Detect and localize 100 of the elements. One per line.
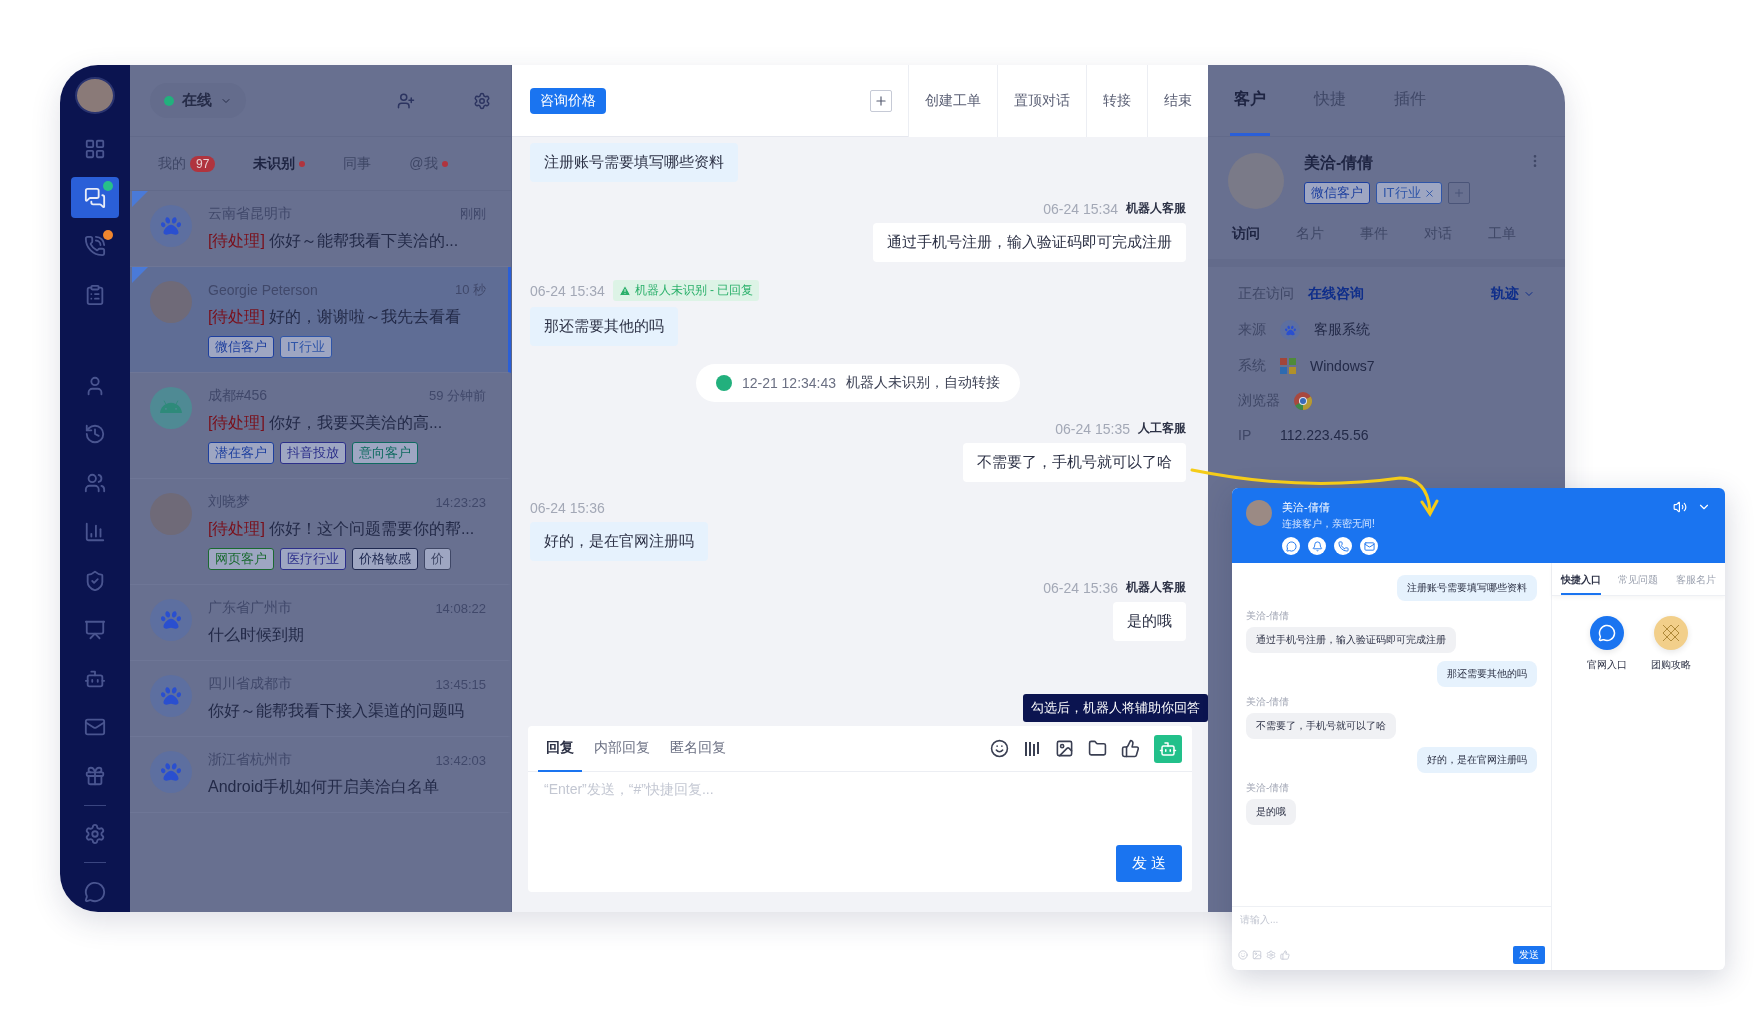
- message-bubble: 是的哦: [1113, 602, 1186, 641]
- customer-tag: 网页客户: [208, 548, 274, 570]
- widget-tab[interactable]: 常见问题: [1618, 573, 1659, 595]
- paw-avatar: [150, 599, 192, 641]
- header-action[interactable]: 创建工单: [908, 65, 997, 137]
- field-value: 客服系统: [1314, 321, 1370, 339]
- message-time: 06-24 15:36: [530, 500, 605, 516]
- customer-tag: 抖音投放: [280, 442, 346, 464]
- folder-icon[interactable]: [1088, 739, 1107, 758]
- detail-tab[interactable]: 访问: [1232, 225, 1260, 243]
- gift-icon: [84, 765, 106, 788]
- reply-tab[interactable]: 回复: [538, 725, 582, 772]
- speaker-icon[interactable]: [1673, 500, 1687, 514]
- widget-tab[interactable]: 快捷入口: [1560, 573, 1601, 595]
- nav-item[interactable]: [71, 177, 119, 219]
- notice-time: 12-21 12:34:43: [741, 375, 837, 391]
- image-icon[interactable]: [1055, 739, 1074, 758]
- shortcut-item[interactable]: 团购攻略: [1650, 616, 1691, 672]
- sender-label: 机器人客服: [1126, 579, 1186, 596]
- shortcut-label: 官网入口: [1586, 658, 1627, 672]
- chat-icon: [84, 186, 106, 209]
- emoji-icon[interactable]: [990, 739, 1009, 758]
- send-button[interactable]: 发送: [1513, 946, 1545, 964]
- message-time: 06-24 15:34: [530, 282, 605, 299]
- message-preview: 你好，我要买美洽的高...: [268, 413, 443, 433]
- bar-chart-icon: [84, 521, 106, 543]
- message-bubble: 是的哦: [1246, 799, 1296, 825]
- agent-name: 美洽-倩倩: [1282, 500, 1331, 515]
- status-label: [待处理]: [208, 231, 265, 251]
- message-bubble: 通过手机号注册，输入验证码即可完成注册: [1246, 627, 1456, 653]
- message-bubble: 注册账号需要填写哪些资料: [530, 143, 738, 182]
- add-tag-button[interactable]: [1447, 182, 1470, 204]
- message-preview: 你好～能帮我看下美洽的...: [268, 231, 459, 251]
- customer-tag: IT行业: [280, 336, 332, 358]
- header-action[interactable]: 结束: [1147, 65, 1208, 137]
- agent-subtitle: 连接客户，亲密无间!: [1282, 517, 1376, 531]
- reply-tab[interactable]: 内部回复: [586, 725, 658, 772]
- browser-logo-icon: [1294, 392, 1312, 410]
- shortcut-label: 团购攻略: [1650, 658, 1691, 672]
- settings-icon[interactable]: [473, 91, 491, 110]
- message-bubble: 好的，是在官网注册吗: [1417, 747, 1537, 773]
- remove-icon[interactable]: [1423, 187, 1435, 199]
- topic-tag: 咨询价格: [530, 87, 606, 114]
- status-label: [待处理]: [208, 307, 265, 327]
- user-icon[interactable]: [397, 91, 415, 110]
- list-tab[interactable]: 未识别: [253, 154, 306, 173]
- field-value: Windows7: [1310, 358, 1375, 374]
- shield-icon: [84, 569, 106, 592]
- windows-logo-icon: [1280, 358, 1296, 374]
- bars-icon[interactable]: [1023, 739, 1041, 758]
- message-bubble: 不需要了，手机号就可以了哈: [1246, 713, 1396, 739]
- sender-label: 机器人客服: [1126, 200, 1186, 217]
- mail-icon[interactable]: [1360, 537, 1378, 555]
- message-time: 06-24 15:35: [1055, 420, 1130, 437]
- widget-tab[interactable]: 客服名片: [1676, 573, 1717, 595]
- history-icon: [84, 423, 106, 446]
- count-badge: 97: [190, 155, 216, 172]
- send-button[interactable]: 发 送: [1115, 845, 1182, 882]
- settings-icon: [84, 822, 106, 845]
- message-time: 06-24 15:34: [1043, 200, 1118, 217]
- visiting-link[interactable]: 在线咨询: [1308, 285, 1364, 303]
- paw-icon: [1280, 320, 1300, 340]
- sender-name: 美洽-倩倩: [1246, 781, 1290, 795]
- paw-avatar: [150, 675, 192, 717]
- customer-tag: IT行业: [1376, 182, 1442, 204]
- agent-avatar: [1246, 500, 1272, 526]
- thumbs-up-icon[interactable]: [1121, 739, 1140, 758]
- customer-tag: 潜在客户: [208, 442, 274, 464]
- add-button[interactable]: [870, 89, 892, 112]
- reply-tab[interactable]: 匿名回复: [662, 725, 734, 772]
- paw-avatar: [150, 751, 192, 793]
- bell-icon[interactable]: [1308, 537, 1326, 555]
- user-avatar[interactable]: [75, 77, 115, 115]
- tooltip: 勾选后，机器人将辅助你回答: [1023, 694, 1208, 722]
- message-preview: 什么时候到期: [208, 625, 304, 645]
- message-preview: Android手机如何开启美洽白名单: [208, 777, 440, 797]
- avatar: [150, 493, 192, 535]
- message-bubble: 注册账号需要填写哪些资料: [1397, 575, 1537, 601]
- plus-icon: [874, 93, 888, 108]
- sender-name: 美洽-倩倩: [1246, 695, 1290, 709]
- status-label: [待处理]: [208, 519, 265, 539]
- message-bubble: 通过手机号注册，输入验证码即可完成注册: [873, 223, 1186, 262]
- header-action[interactable]: 转接: [1086, 65, 1147, 137]
- sender-name: 美洽-倩倩: [1246, 609, 1290, 623]
- message-preview: 你好！这个问题需要你的帮...: [268, 519, 475, 539]
- message-bubble: 那还需要其他的吗: [530, 307, 678, 346]
- chat-icon[interactable]: [1282, 537, 1300, 555]
- status-dropdown[interactable]: 在线: [150, 83, 246, 118]
- dashboard-icon: [84, 137, 106, 160]
- phone-icon[interactable]: [1334, 537, 1352, 555]
- field-value: 112.223.45.56: [1280, 427, 1369, 443]
- header-action[interactable]: 置顶对话: [997, 65, 1086, 137]
- sender-label: 人工客服: [1138, 420, 1186, 437]
- trail-dropdown[interactable]: 轨迹: [1491, 285, 1535, 303]
- customer-name: 美洽-倩倩: [1304, 153, 1375, 173]
- panel-tab[interactable]: 客户: [1230, 65, 1270, 136]
- message-preview: 好的，谢谢啦～我先去看看: [268, 307, 461, 327]
- message-time: 06-24 15:36: [1043, 579, 1118, 596]
- shortcut-item[interactable]: 官网入口: [1586, 616, 1627, 672]
- robot-assist-toggle[interactable]: [1154, 734, 1182, 763]
